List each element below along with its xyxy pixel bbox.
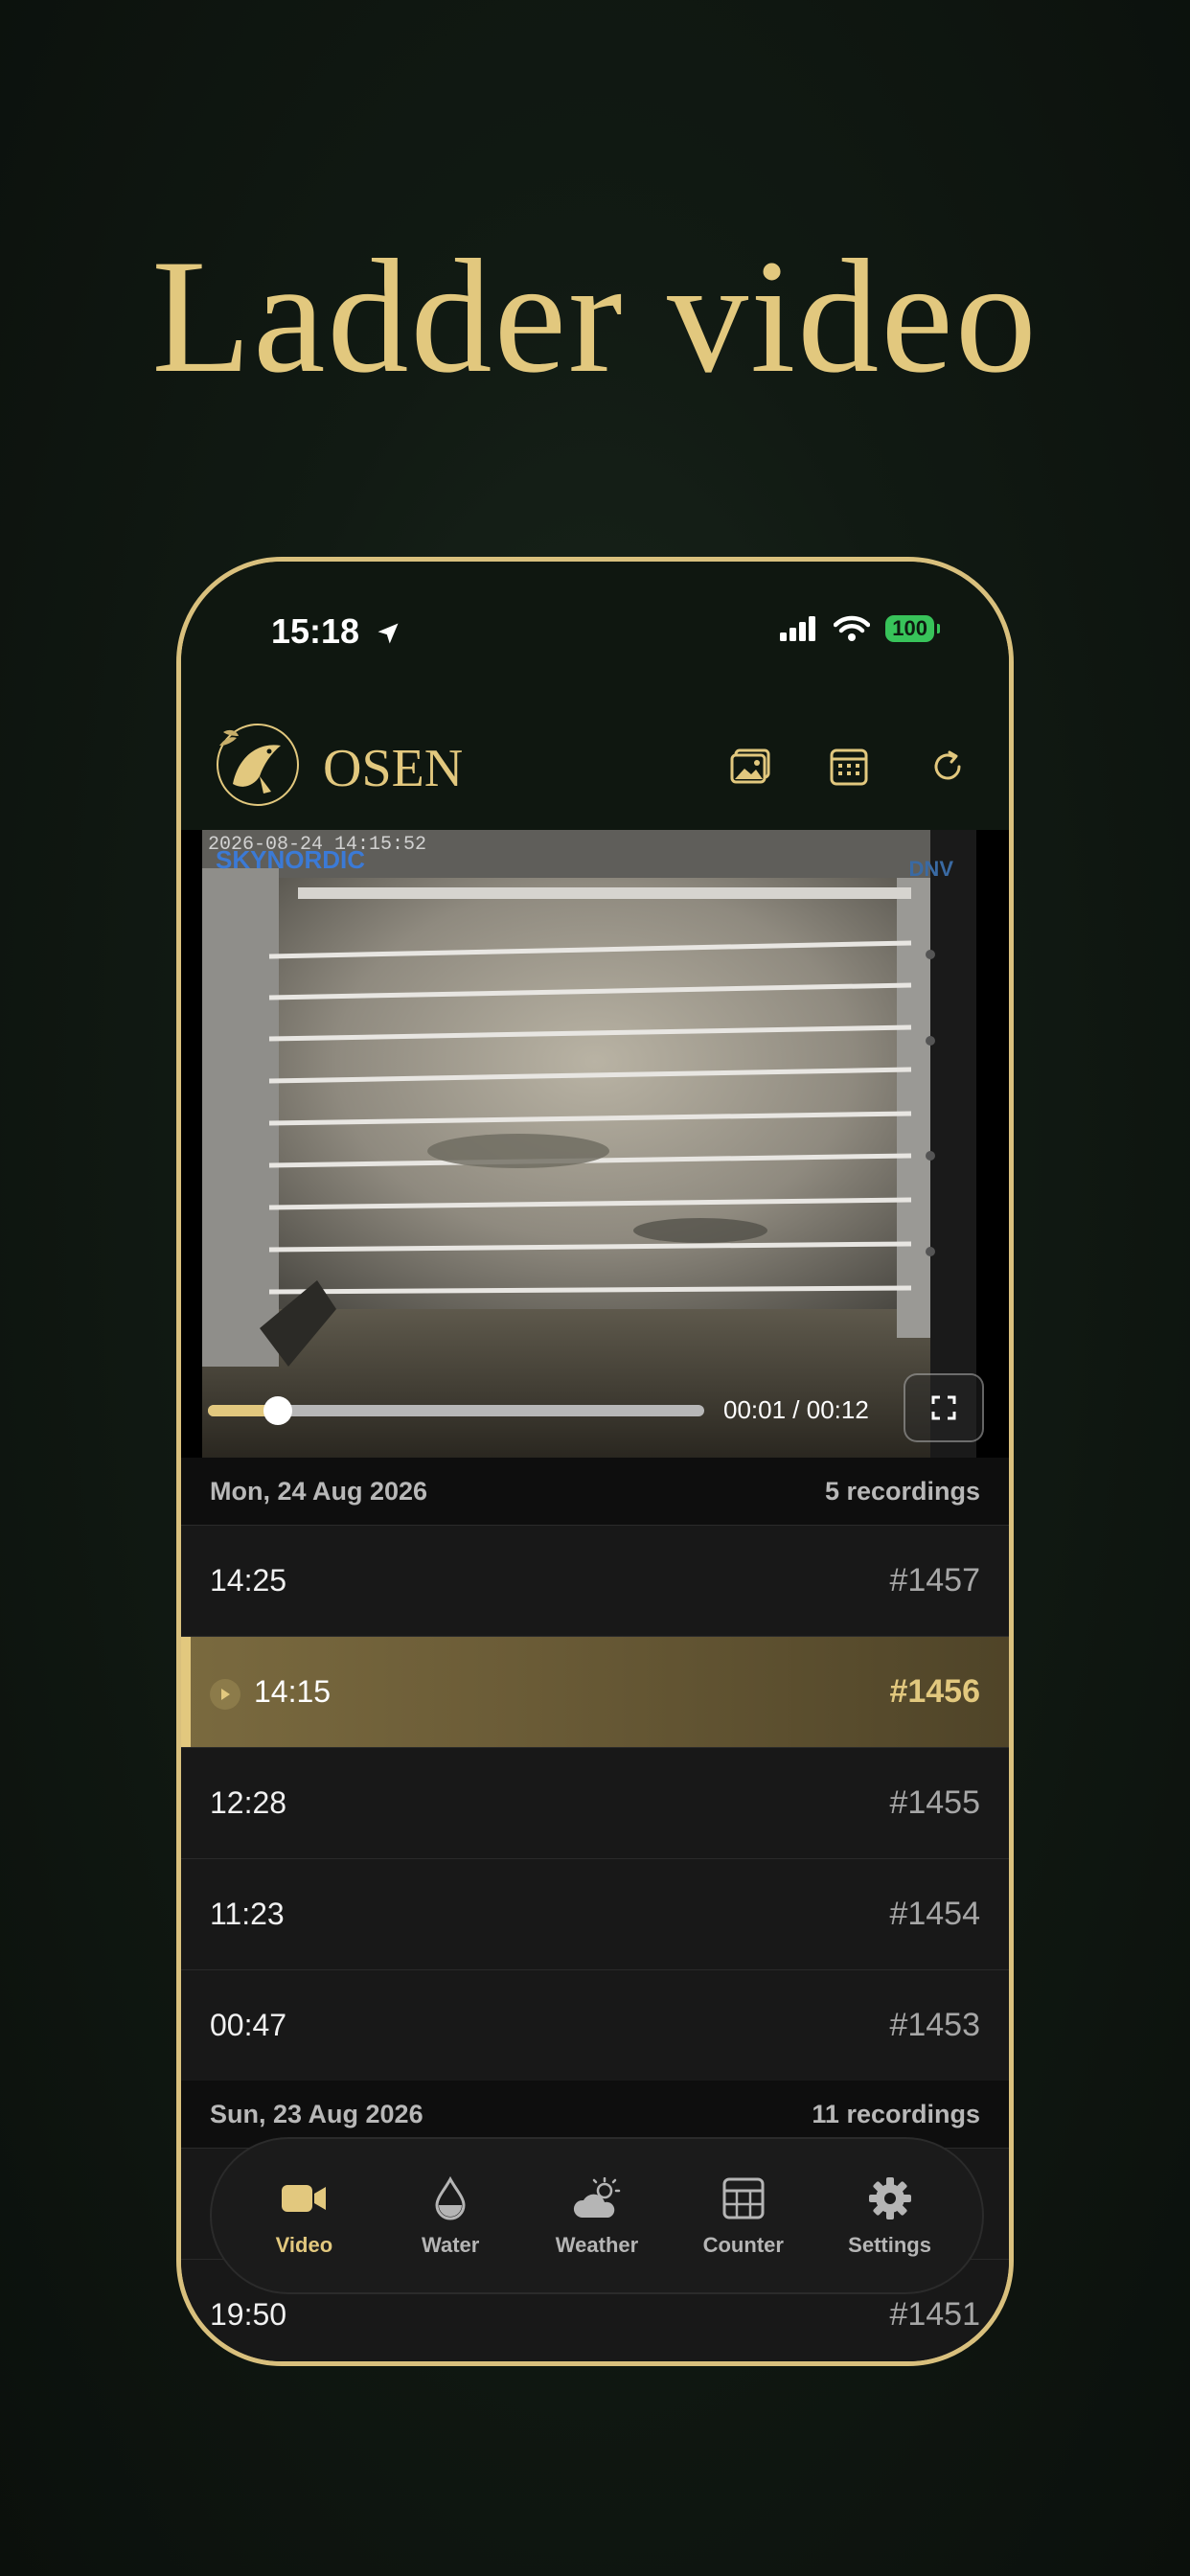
recording-id: #1453 (889, 2007, 980, 2043)
recording-id: #1451 (889, 2296, 980, 2333)
page-headline: Ladder video (151, 226, 1039, 406)
osd-brand-watermark: SKYNORDIC (216, 845, 366, 874)
tab-label: Video (275, 2233, 333, 2257)
recording-row[interactable]: 11:23 #1454 (181, 1858, 1009, 1969)
tab-video[interactable]: Video (237, 2174, 371, 2258)
recording-time: 12:28 (210, 1785, 287, 1820)
gallery-icon (730, 748, 770, 784)
cellular-signal-icon (780, 616, 816, 641)
refresh-icon (934, 750, 961, 780)
wifi-icon (834, 615, 871, 641)
recording-id: #1456 (889, 1673, 980, 1710)
gear-icon (865, 2174, 915, 2223)
calendar-icon (830, 748, 868, 786)
location-arrow-icon (378, 623, 399, 644)
recording-time: 00:47 (210, 2008, 287, 2042)
fish-ladder-camera-frame (202, 830, 976, 1458)
fish-logo-icon (217, 724, 299, 806)
video-progress-handle[interactable] (263, 1396, 292, 1425)
tab-label: Water (422, 2233, 480, 2257)
status-indicators: 100 (780, 615, 940, 642)
date-group-header: Mon, 24 Aug 2026 5 recordings (181, 1458, 1009, 1525)
battery-indicator: 100 (885, 615, 940, 642)
tab-counter[interactable]: Counter (676, 2174, 811, 2258)
date-group-count: 5 recordings (824, 1476, 980, 1506)
table-grid-icon (719, 2174, 768, 2223)
tab-label: Weather (555, 2233, 639, 2257)
video-time-display: 00:01 / 00:12 (723, 1395, 869, 1424)
date-group-date: Sun, 23 Aug 2026 (210, 2099, 423, 2128)
calendar-button[interactable] (822, 740, 876, 794)
recording-time: 11:23 (210, 1897, 285, 1931)
status-time: 15:18 (271, 611, 401, 652)
tab-weather[interactable]: Weather (530, 2174, 664, 2258)
recording-time: 14:25 (210, 1563, 287, 1598)
date-group-count: 11 recordings (812, 2099, 980, 2128)
status-bar: 15:18 100 (181, 562, 1009, 705)
tab-settings[interactable]: Settings (823, 2174, 957, 2258)
play-icon (210, 1678, 240, 1710)
app-brand-name: OSEN (323, 739, 464, 798)
recording-id: #1454 (889, 1896, 980, 1932)
tab-label: Settings (848, 2233, 931, 2257)
recording-time: 14:15 (254, 1674, 332, 1709)
water-drop-icon (425, 2174, 475, 2223)
tab-label: Counter (702, 2233, 784, 2257)
recording-row-active[interactable]: 14:15 #1456 (181, 1636, 1009, 1747)
recording-time: 19:50 (210, 2297, 287, 2332)
date-group-date: Mon, 24 Aug 2026 (210, 1476, 428, 1506)
recording-id: #1455 (889, 1784, 980, 1821)
video-player[interactable]: 2026-08-24 14:15:52 SKYNORDIC DNV 00:01 … (181, 830, 1009, 1458)
recording-row[interactable]: 12:28 #1455 (181, 1747, 1009, 1858)
phone-frame: 15:18 100 OSEN 2026-08-24 14:15:52 SKYNO… (176, 557, 1014, 2366)
fullscreen-icon (931, 1395, 956, 1420)
recording-row[interactable]: 00:47 #1453 (181, 1969, 1009, 2081)
osd-partner-watermark: DNV (908, 857, 953, 881)
video-progress-bar[interactable] (208, 1396, 704, 1425)
bottom-tab-bar: Video Water Weather Counter Settings (210, 2137, 984, 2294)
app-header: OSEN (181, 705, 1009, 830)
weather-icon (572, 2174, 622, 2223)
status-time-label: 15:18 (271, 611, 360, 651)
video-camera-icon (279, 2174, 329, 2223)
tab-water[interactable]: Water (383, 2174, 517, 2258)
refresh-button[interactable] (921, 740, 974, 794)
fullscreen-button[interactable] (904, 1373, 984, 1442)
gallery-button[interactable] (723, 740, 777, 794)
recording-time-wrapper: 14:15 (210, 1674, 331, 1710)
recording-row[interactable]: 14:25 #1457 (181, 1525, 1009, 1636)
recording-id: #1457 (889, 1562, 980, 1598)
